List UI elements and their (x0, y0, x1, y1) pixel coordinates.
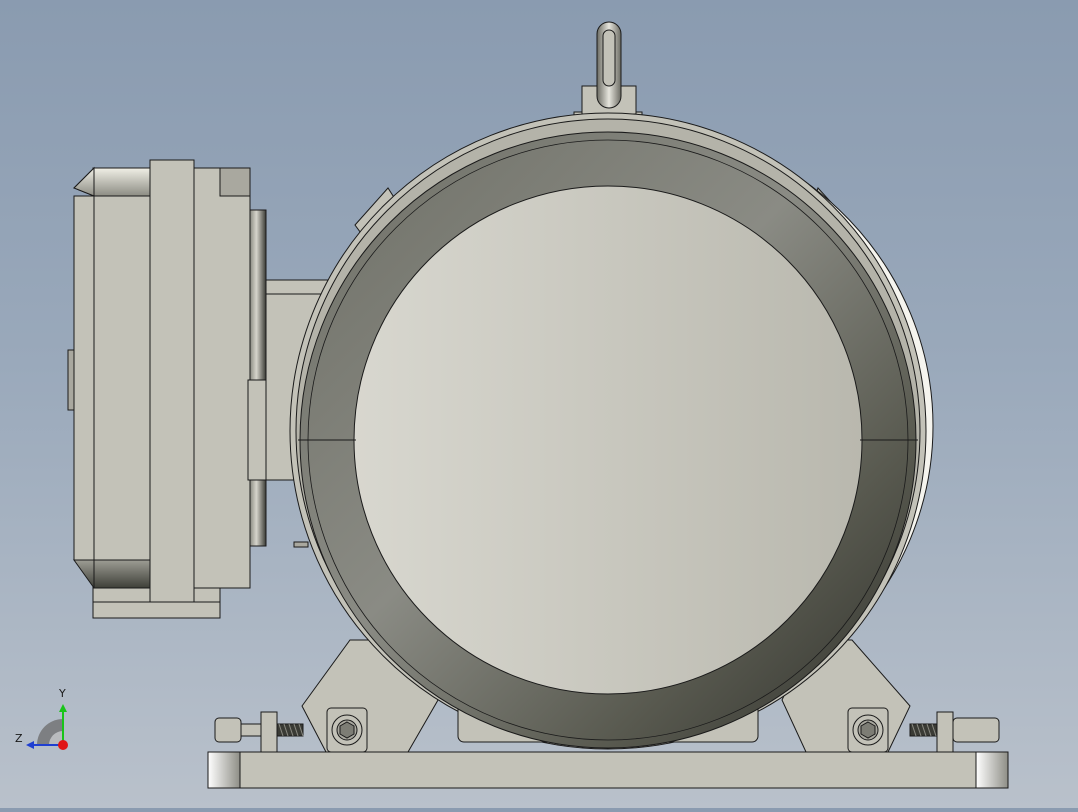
terminal-box (67, 159, 251, 619)
triad-y-label: Y (59, 687, 66, 700)
cad-viewport[interactable]: Y Z (0, 0, 1078, 808)
lifting-eye (573, 21, 643, 123)
triad-z-label: Z (15, 732, 23, 745)
base-plate (207, 751, 1009, 789)
left-adjusting-bolt (214, 711, 304, 753)
x-axis-dot (58, 740, 68, 750)
orientation-triad (26, 704, 68, 750)
right-adjusting-bolt (909, 711, 1000, 753)
